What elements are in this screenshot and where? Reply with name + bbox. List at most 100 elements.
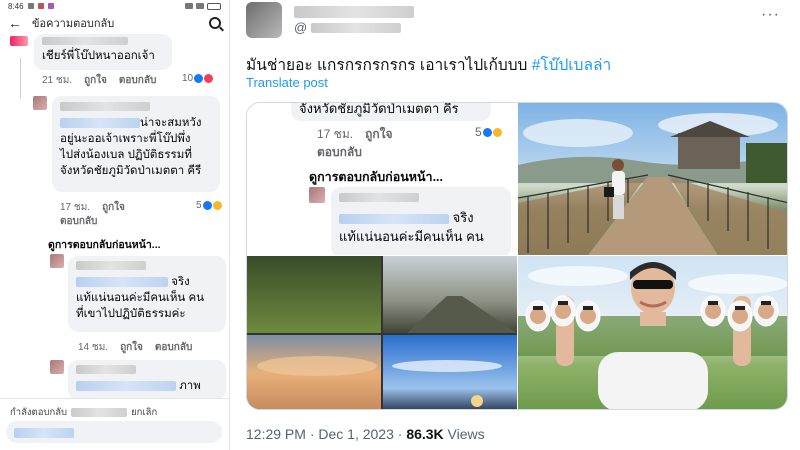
- reply-button[interactable]: ตอบกลับ: [155, 340, 192, 355]
- love-reaction-icon: [204, 74, 214, 83]
- avatar: [50, 254, 64, 268]
- avatar: [309, 187, 325, 203]
- hashtag-link[interactable]: #โบ๊ปเบลล่า: [532, 57, 611, 74]
- notification-icon: [27, 3, 34, 9]
- see-previous-replies: ดูการตอบกลับก่อนหน้า...: [309, 170, 443, 184]
- comment-text-line: อยู่นะออเจ้าเพราะพี่โบ๊ปพึ่ง: [60, 133, 191, 145]
- comment-actions: 21 ชม. ถูกใจ ตอบกลับ: [42, 73, 156, 88]
- wow-reaction-icon: [492, 127, 502, 137]
- comment-text-line: แท้แน่นอนค่ะมีคนเห็น คน: [339, 229, 484, 244]
- comment-text-line: ที่เขาไปปฏิบัติธรรมค่ะ: [76, 308, 186, 320]
- mention-link: [339, 213, 449, 224]
- commenter-name: [339, 193, 419, 202]
- reply-mention: [14, 427, 74, 438]
- wow-reaction-icon: [212, 201, 222, 210]
- avatar: [33, 96, 47, 110]
- status-time: 8:46: [8, 1, 24, 11]
- comment-actions: ตอบกลับ: [317, 143, 362, 162]
- reply-button: ตอบกลับ: [317, 145, 362, 159]
- sky-collage-scene: [247, 256, 517, 409]
- reaction-count: 10: [182, 73, 194, 84]
- reaction-summary[interactable]: 5: [196, 200, 222, 211]
- app-icon: [47, 3, 54, 9]
- like-button: ถูกใจ: [365, 127, 393, 141]
- media-comments-screenshot[interactable]: จังหวัดชัยภูมิวัดป่าเมตตา คีร 17 ชม. ถูก…: [247, 103, 517, 255]
- comment-text-line: น่าจะสมหวัง: [60, 115, 212, 131]
- tweet-media-grid: จังหวัดชัยภูมิวัดป่าเมตตา คีร 17 ชม. ถูก…: [246, 102, 788, 410]
- comment-text-line: จังหวัดชัยภูมิวัดป่าเมตตา คีรี: [60, 165, 202, 177]
- media-bridge-photo[interactable]: [518, 103, 787, 255]
- reply-input[interactable]: [6, 421, 222, 443]
- bridge-scene: [518, 113, 787, 255]
- mention-link[interactable]: [60, 117, 140, 128]
- more-options-icon[interactable]: ···: [761, 6, 780, 24]
- tweet-timestamp[interactable]: 12:29 PM · Dec 1, 2023 ·: [246, 426, 406, 442]
- translate-post-link[interactable]: Translate post: [246, 75, 328, 90]
- tweet-handle[interactable]: @: [294, 20, 402, 35]
- comment-bubble: จังหวัดชัยภูมิวัดป่าเมตตา คีร: [291, 103, 491, 121]
- comment-bubble: จริง แท้แน่นอนค่ะมีคนเห็น คน ที่เขาไปปฏิ…: [68, 256, 226, 332]
- like-button[interactable]: ถูกใจ: [120, 340, 143, 355]
- replies-header: ← ข้อความตอบกลับ: [0, 12, 229, 34]
- reaction-summary[interactable]: 10: [182, 73, 214, 84]
- cancel-reply-button[interactable]: ยกเลิก: [131, 405, 157, 420]
- media-sky-collage[interactable]: [247, 256, 517, 409]
- comment-actions: ตอบกลับ: [60, 214, 97, 229]
- reaction-count: 5: [475, 125, 482, 139]
- comment-text: น่าจะสมหวัง: [140, 117, 202, 129]
- handle-at: @: [294, 20, 308, 35]
- comment-text: จริง: [171, 276, 190, 288]
- reaction-summary: 5: [475, 125, 502, 139]
- comment-actions: 14 ชม. ถูกใจ ตอบกลับ: [78, 340, 192, 355]
- comment-text: จังหวัดชัยภูมิวัดป่าเมตตา คีร: [299, 103, 459, 116]
- app-icon: [37, 3, 44, 9]
- search-icon[interactable]: [209, 17, 221, 29]
- tweet-metadata: 12:29 PM · Dec 1, 2023 · 86.3K Views: [246, 426, 485, 442]
- avatar[interactable]: [246, 2, 282, 38]
- status-bar: 8:46: [0, 0, 229, 12]
- reply-button[interactable]: ตอบกลับ: [60, 214, 97, 229]
- mention-link[interactable]: [76, 380, 176, 391]
- reply-composer: กำลังตอบกลับ ยกเลิก: [0, 398, 229, 450]
- like-reaction-icon: [194, 74, 204, 83]
- tweet: @ ··· มันช่ายอะ แกรกรกรกรกร เอาเราไปเก้บ…: [232, 0, 800, 450]
- like-reaction-icon: [202, 201, 212, 210]
- reply-button[interactable]: ตอบกลับ: [119, 73, 156, 88]
- wifi-icon: [185, 3, 193, 9]
- battery-icon: [207, 2, 221, 10]
- avatar: [50, 360, 64, 374]
- media-face-cutouts-photo[interactable]: [518, 256, 787, 409]
- commenter-name[interactable]: [42, 37, 128, 45]
- see-previous-replies[interactable]: ดูการตอบกลับก่อนหน้า...: [48, 236, 161, 253]
- like-button[interactable]: ถูกใจ: [84, 73, 107, 88]
- tweet-text: มันช่ายอะ แกรกรกรกรกร เอาเราไปเก้บบบ #โบ…: [246, 52, 611, 77]
- comment-time: 17 ชม.: [317, 127, 354, 141]
- replying-to-label: กำลังตอบกลับ: [10, 407, 68, 418]
- avatar: [10, 36, 28, 46]
- like-button[interactable]: ถูกใจ: [102, 200, 125, 215]
- commenter-name[interactable]: [76, 365, 136, 374]
- comment-text-line: ไปส่งน้องเบล ปฏิบัติธรรมที่: [60, 149, 192, 161]
- comment-actions: 17 ชม. ถูกใจ: [60, 200, 125, 215]
- views-label: Views: [443, 426, 485, 442]
- commenter-name[interactable]: [60, 102, 150, 111]
- facebook-replies-screenshot: 8:46 ← ข้อความตอบกลับ เชียร์พี่โบ๊ปหนาออ…: [0, 0, 230, 450]
- replying-to-name: [71, 408, 128, 417]
- mention-link[interactable]: [76, 276, 168, 287]
- comment-text: เชียร์พี่โบ๊ปหนาออกเจ้า: [42, 50, 155, 62]
- comment-time: 14 ชม.: [78, 342, 109, 353]
- comment-time: 21 ชม.: [42, 75, 73, 86]
- commenter-name[interactable]: [76, 261, 146, 270]
- handle-username: [311, 22, 402, 33]
- display-name[interactable]: [294, 6, 414, 18]
- comment-time: 17 ชม.: [60, 202, 91, 213]
- comment-text-line: แท้แน่นอนค่ะมีคนเห็น คน: [76, 292, 205, 304]
- comment-bubble: ภาพ: [68, 360, 226, 400]
- signal-icon: [196, 3, 204, 9]
- reaction-count: 5: [196, 200, 202, 211]
- comment-bubble: เชียร์พี่โบ๊ปหนาออกเจ้า: [34, 34, 172, 70]
- thread-line: [20, 58, 21, 98]
- back-arrow-icon[interactable]: ←: [8, 15, 22, 31]
- views-count: 86.3K: [406, 426, 444, 442]
- header-title: ข้อความตอบกลับ: [32, 18, 115, 30]
